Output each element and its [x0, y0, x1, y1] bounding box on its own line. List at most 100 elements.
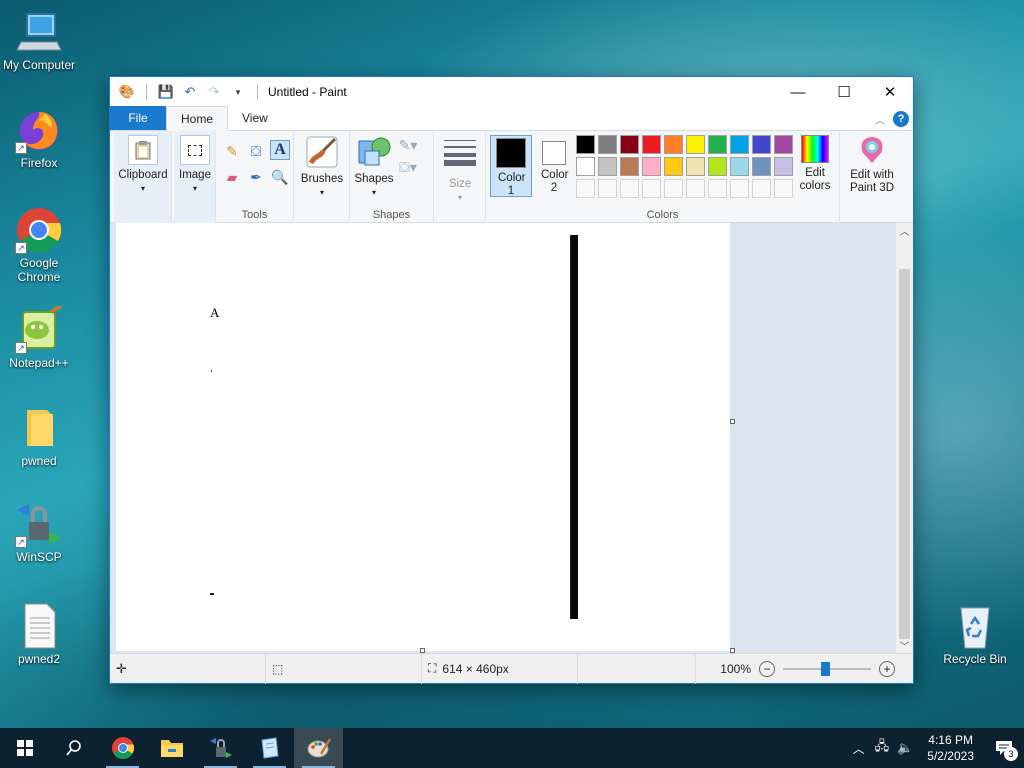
palette-swatch[interactable] [708, 179, 727, 198]
taskbar-notepad[interactable] [245, 728, 294, 768]
desktop-icon-recycle-bin[interactable]: Recycle Bin [936, 602, 1014, 666]
palette-swatch[interactable] [730, 135, 749, 154]
palette-swatch[interactable] [664, 179, 683, 198]
zoom-slider-thumb[interactable] [821, 661, 830, 676]
palette-swatch[interactable] [598, 179, 617, 198]
palette-swatch[interactable] [664, 157, 683, 176]
palette-swatch[interactable] [686, 135, 705, 154]
scroll-up-icon[interactable]: ︿ [896, 223, 913, 238]
color2-button[interactable]: Color 2 [534, 135, 574, 197]
color1-button[interactable]: Color 1 [490, 135, 532, 197]
palette-swatch[interactable] [730, 157, 749, 176]
palette-swatch[interactable] [576, 179, 595, 198]
vertical-scrollbar[interactable]: ︿ ﹀ [896, 223, 913, 653]
edit-with-paint3d-button[interactable]: Edit with Paint 3D [844, 135, 900, 195]
collapse-ribbon-icon[interactable]: ︿ [875, 112, 885, 127]
maximize-button[interactable]: ☐ [821, 77, 867, 107]
paint-app-icon[interactable]: 🎨 [118, 83, 136, 101]
help-icon[interactable]: ? [893, 111, 909, 127]
palette-swatch[interactable] [774, 179, 793, 198]
palette-swatch[interactable] [620, 179, 639, 198]
customize-qa-dropdown-icon[interactable]: ▾ [229, 83, 247, 101]
palette-swatch[interactable] [598, 135, 617, 154]
search-button[interactable] [49, 728, 98, 768]
palette-swatch[interactable] [576, 135, 595, 154]
taskbar-paint[interactable] [294, 728, 343, 768]
palette-swatch[interactable] [642, 179, 661, 198]
palette-swatch[interactable] [752, 135, 771, 154]
size-button[interactable]: Size ▾ [438, 137, 482, 204]
palette-swatch[interactable] [642, 135, 661, 154]
volume-icon[interactable]: 🔈 [893, 740, 917, 756]
eraser-icon[interactable]: ▰ [222, 167, 242, 187]
fill-icon[interactable]: ⛋ [246, 141, 266, 161]
palette-swatch[interactable] [686, 157, 705, 176]
palette-swatch[interactable] [708, 135, 727, 154]
desktop-icon-chrome[interactable]: ↗ Google Chrome [0, 206, 78, 284]
pencil-icon[interactable]: ✎ [222, 141, 242, 161]
clipboard-group: Clipboard ▾ [114, 131, 172, 223]
action-center-button[interactable]: 3 [984, 728, 1024, 768]
scroll-down-icon[interactable]: ﹀ [896, 638, 913, 653]
color-picker-icon[interactable]: ✒ [246, 167, 266, 187]
tab-view[interactable]: View [228, 106, 282, 130]
desktop-icon-pwned[interactable]: pwned [0, 404, 78, 468]
brushes-button[interactable]: Brushes ▾ [296, 135, 348, 199]
outline-icon[interactable]: ✎▾ [398, 135, 418, 155]
drawing-canvas[interactable]: A , [116, 223, 730, 651]
palette-swatch[interactable] [774, 157, 793, 176]
redo-icon[interactable]: ↷ [205, 83, 223, 101]
taskbar-winscp[interactable] [196, 728, 245, 768]
image-button[interactable]: Image ▾ [176, 135, 214, 195]
taskbar-file-explorer[interactable] [147, 728, 196, 768]
palette-swatch[interactable] [642, 157, 661, 176]
brushes-group: Brushes ▾ [294, 131, 350, 223]
desktop-icon-pwned2[interactable]: pwned2 [0, 602, 78, 666]
tools-group: ✎ ⛋ A ▰ ✒ 🔍 Tools [216, 131, 294, 223]
magnifier-icon[interactable]: 🔍 [270, 167, 290, 187]
text-icon[interactable]: A [270, 140, 290, 160]
network-icon[interactable]: 🖧 [871, 737, 894, 759]
palette-swatch[interactable] [620, 135, 639, 154]
clock-time: 4:16 PM [928, 733, 973, 747]
show-hidden-icons-icon[interactable]: ︿ [847, 740, 871, 757]
desktop-icon-my-computer[interactable]: My Computer [0, 8, 78, 72]
tab-home[interactable]: Home [166, 106, 229, 131]
clipboard-button[interactable]: Clipboard ▾ [116, 135, 170, 195]
shapes-group: Shapes ▾ ✎▾ ⛋▾ Shapes [350, 131, 434, 223]
palette-swatch[interactable] [598, 157, 617, 176]
paint-window[interactable]: 🎨 💾 ↶ ↷ ▾ Untitled - Paint — ☐ ✕ File Ho… [109, 76, 914, 684]
desktop-icon-winscp[interactable]: ↗ WinSCP [0, 500, 78, 564]
clock[interactable]: 4:16 PM 5/2/2023 [917, 732, 984, 764]
desktop-icon-firefox[interactable]: ↗ Firefox [0, 106, 78, 170]
palette-swatch[interactable] [576, 157, 595, 176]
zoom-out-icon[interactable]: − [759, 660, 775, 677]
start-button[interactable] [0, 728, 49, 768]
shapes-icon [357, 135, 391, 169]
desktop-icon-notepadpp[interactable]: ↗ Notepad++ [0, 304, 78, 370]
palette-swatch[interactable] [708, 157, 727, 176]
tab-file[interactable]: File [110, 106, 166, 130]
palette-swatch[interactable] [774, 135, 793, 154]
chevron-down-icon: ▾ [457, 193, 462, 202]
palette-swatch[interactable] [752, 157, 771, 176]
palette-swatch[interactable] [752, 179, 771, 198]
undo-icon[interactable]: ↶ [181, 83, 199, 101]
chrome-icon [111, 737, 134, 759]
palette-swatch[interactable] [730, 179, 749, 198]
title-bar[interactable]: 🎨 💾 ↶ ↷ ▾ Untitled - Paint — ☐ ✕ [110, 77, 913, 107]
scroll-thumb[interactable] [899, 269, 910, 639]
zoom-slider[interactable] [783, 661, 871, 677]
shapes-button[interactable]: Shapes ▾ [354, 135, 394, 199]
zoom-in-icon[interactable]: + [879, 660, 895, 677]
palette-swatch[interactable] [620, 157, 639, 176]
edit-colors-button[interactable]: Edit colors [792, 135, 838, 193]
resize-handle-right[interactable] [730, 419, 735, 424]
palette-swatch[interactable] [686, 179, 705, 198]
shape-fill-icon[interactable]: ⛋▾ [398, 157, 418, 177]
palette-swatch[interactable] [664, 135, 683, 154]
save-icon[interactable]: 💾 [157, 83, 175, 101]
taskbar-chrome[interactable] [98, 728, 147, 768]
close-button[interactable]: ✕ [867, 77, 913, 107]
minimize-button[interactable]: — [775, 77, 821, 107]
